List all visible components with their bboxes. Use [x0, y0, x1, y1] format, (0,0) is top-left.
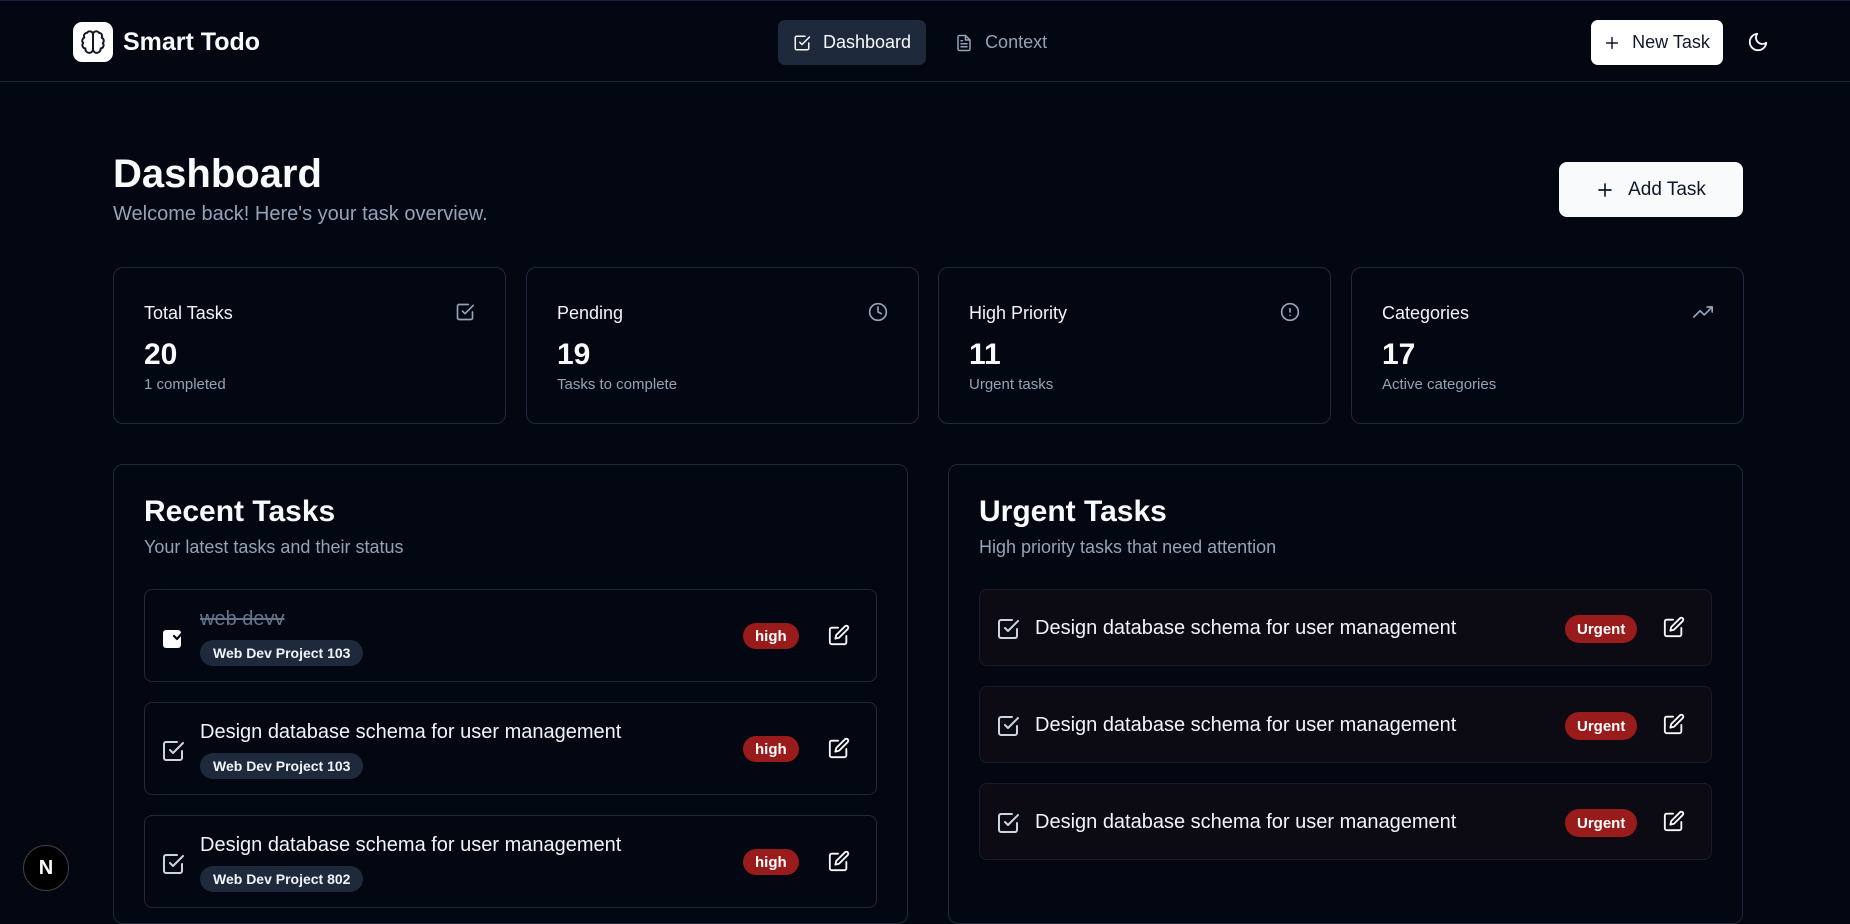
stat-value: 20 — [144, 338, 178, 371]
priority-badge: high — [743, 849, 799, 875]
clock-icon — [868, 302, 888, 322]
checkbox-icon[interactable] — [161, 852, 185, 876]
stat-value: 11 — [969, 338, 1001, 371]
brain-icon — [73, 22, 113, 62]
nav-context[interactable]: Context — [940, 20, 1062, 65]
edit-icon[interactable] — [1663, 810, 1687, 834]
edit-icon[interactable] — [1663, 713, 1687, 737]
stat-card-categories: Categories 17 Active categories — [1351, 267, 1744, 424]
task-title: web devv — [200, 608, 285, 630]
urgent-task-row[interactable]: Design database schema for user manageme… — [979, 589, 1712, 666]
nav-context-label: Context — [985, 32, 1048, 52]
new-task-button[interactable]: New Task — [1591, 20, 1723, 65]
urgent-tasks-panel: Urgent Tasks High priority tasks that ne… — [948, 464, 1743, 924]
task-title: Design database schema for user manageme… — [200, 721, 622, 743]
edit-icon[interactable] — [1663, 616, 1687, 640]
theme-toggle-button[interactable] — [1741, 25, 1775, 59]
stat-card-pending: Pending 19 Tasks to complete — [526, 267, 919, 424]
plus-icon — [1604, 35, 1620, 51]
trending-up-icon — [1693, 302, 1713, 322]
edit-icon[interactable] — [828, 737, 852, 761]
page-title: Dashboard — [113, 152, 322, 196]
nav-dashboard-label: Dashboard — [823, 32, 912, 52]
app-name: Smart Todo — [123, 27, 261, 56]
new-task-label: New Task — [1632, 32, 1710, 52]
urgent-task-row[interactable]: Design database schema for user manageme… — [979, 783, 1712, 860]
plus-icon — [1596, 181, 1614, 199]
page-subtitle: Welcome back! Here's your task overview. — [113, 203, 488, 225]
panel-title: Urgent Tasks — [979, 495, 1167, 528]
priority-badge: high — [743, 623, 799, 649]
checkbox-icon[interactable] — [161, 739, 185, 763]
main-nav: Dashboard Context — [778, 20, 1062, 65]
nav-dashboard[interactable]: Dashboard — [778, 20, 927, 65]
stat-subtext: Tasks to complete — [557, 376, 678, 393]
recent-tasks-panel: Recent Tasks Your latest tasks and their… — [113, 464, 908, 924]
brand[interactable]: Smart Todo — [73, 22, 260, 62]
task-title: Design database schema for user manageme… — [200, 834, 622, 856]
priority-badge: high — [743, 736, 799, 762]
task-row[interactable]: Design database schema for user manageme… — [144, 702, 877, 795]
panel-subtitle: High priority tasks that need attention — [979, 537, 1277, 557]
checkbox-icon — [455, 302, 475, 322]
edit-icon[interactable] — [828, 624, 852, 648]
panel-title: Recent Tasks — [144, 495, 336, 528]
stat-card-total-tasks: Total Tasks 20 1 completed — [113, 267, 506, 424]
stat-value: 19 — [557, 338, 591, 371]
checkbox-icon — [793, 34, 811, 52]
urgent-badge: Urgent — [1565, 615, 1638, 643]
moon-icon — [1747, 31, 1769, 53]
add-task-label: Add Task — [1628, 178, 1706, 200]
edit-icon[interactable] — [828, 850, 852, 874]
document-icon — [955, 34, 973, 52]
add-task-button[interactable]: Add Task — [1559, 162, 1743, 217]
top-navbar: Smart Todo Dashboard Context New Task — [0, 0, 1850, 82]
stat-value: 17 — [1382, 338, 1416, 371]
stat-title: Categories — [1382, 303, 1470, 323]
alert-circle-icon — [1280, 302, 1300, 322]
task-tag: Web Dev Project 103 — [200, 640, 364, 666]
checkbox-icon[interactable] — [996, 714, 1020, 738]
stat-subtext: 1 completed — [144, 376, 226, 393]
dev-tools-badge[interactable]: N — [23, 845, 69, 891]
task-row[interactable]: web devv Web Dev Project 103 high — [144, 589, 877, 682]
stat-card-high-priority: High Priority 11 Urgent tasks — [938, 267, 1331, 424]
task-title: Design database schema for user manageme… — [1035, 617, 1457, 639]
stat-subtext: Urgent tasks — [969, 376, 1054, 393]
stat-subtext: Active categories — [1382, 376, 1497, 393]
stat-title: Total Tasks — [144, 303, 233, 323]
stat-title: Pending — [557, 303, 624, 323]
task-tag: Web Dev Project 802 — [200, 866, 364, 892]
checkbox-icon[interactable] — [996, 617, 1020, 641]
urgent-badge: Urgent — [1565, 809, 1638, 837]
task-title: Design database schema for user manageme… — [1035, 811, 1457, 833]
dev-tools-label: N — [38, 856, 54, 879]
panel-subtitle: Your latest tasks and their status — [144, 537, 404, 557]
stat-title: High Priority — [969, 303, 1068, 323]
task-row[interactable]: Design database schema for user manageme… — [144, 815, 877, 908]
task-tag: Web Dev Project 103 — [200, 753, 364, 779]
urgent-task-row[interactable]: Design database schema for user manageme… — [979, 686, 1712, 763]
checkbox-checked-icon[interactable] — [161, 626, 185, 650]
urgent-badge: Urgent — [1565, 712, 1638, 740]
checkbox-icon[interactable] — [996, 811, 1020, 835]
task-title: Design database schema for user manageme… — [1035, 714, 1457, 736]
